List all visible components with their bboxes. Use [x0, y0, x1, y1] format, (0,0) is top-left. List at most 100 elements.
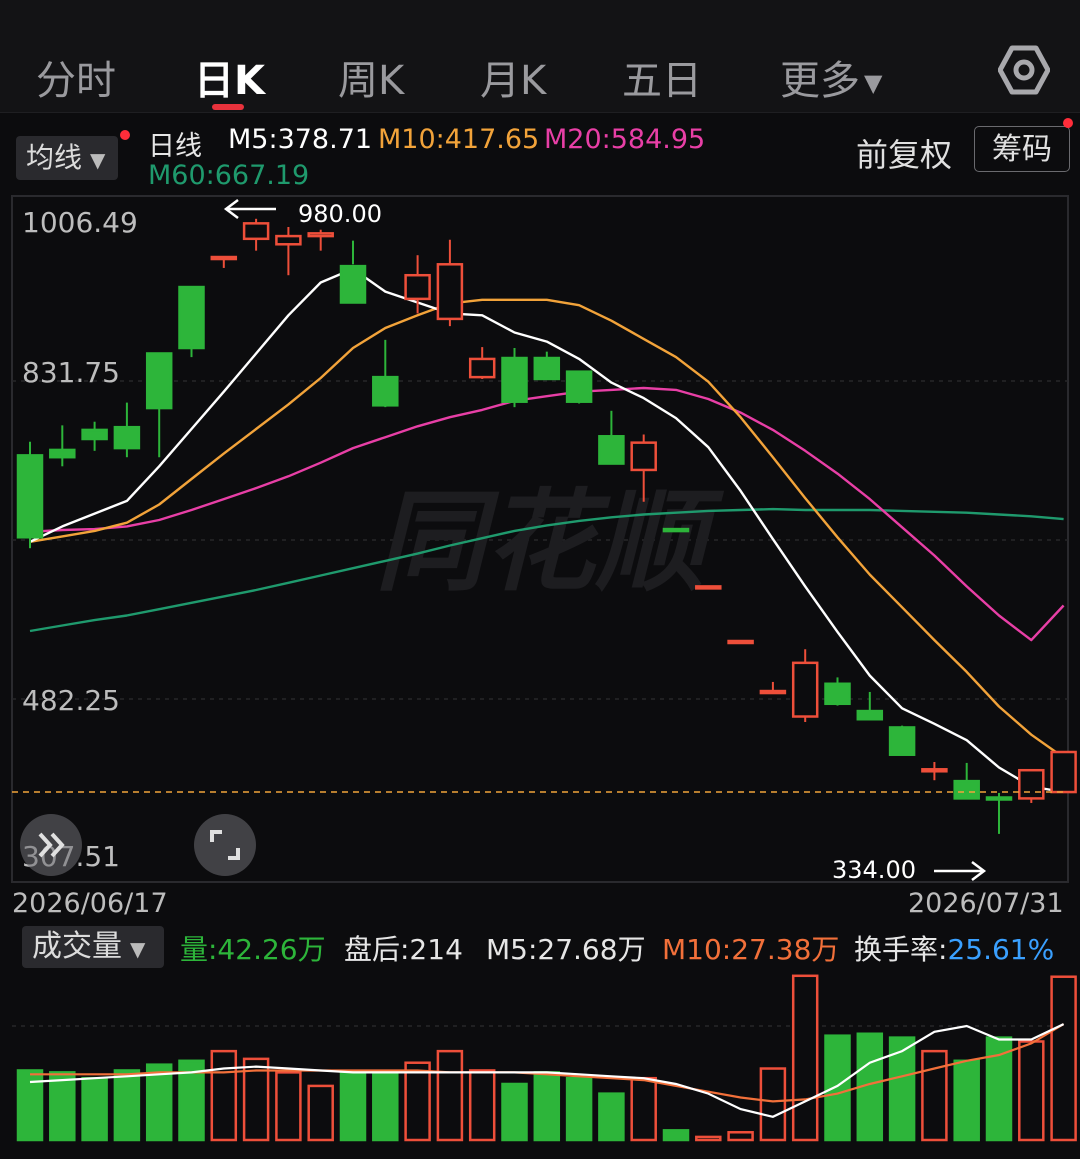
candle-body — [565, 370, 593, 403]
candle-body — [824, 682, 851, 706]
after-hours-legend: 盘后:214 — [344, 933, 463, 966]
volume-bar — [727, 1131, 754, 1142]
candle — [565, 370, 593, 404]
tab-intraday[interactable]: 分时 — [36, 48, 116, 106]
candle — [468, 347, 496, 379]
candle-body — [404, 273, 431, 301]
volume-bar — [824, 1034, 851, 1142]
caret-down-icon: ▼ — [90, 148, 106, 172]
tab-five-day[interactable]: 五日 — [622, 48, 702, 106]
fullscreen-button[interactable] — [194, 814, 256, 876]
candle — [307, 229, 334, 251]
ma60-legend: M60:667.19 — [148, 160, 310, 191]
double-chevron-right-icon — [38, 832, 65, 858]
candle — [888, 725, 916, 756]
price-axis-label: 1006.49 — [22, 206, 138, 239]
volume-bar — [210, 1049, 238, 1142]
candle — [81, 421, 108, 451]
tab-daily-k[interactable]: 日K — [194, 48, 265, 106]
volume-bar — [662, 1129, 690, 1142]
volume-bar — [372, 1071, 399, 1142]
candlestick-chart[interactable]: 同花顺 — [0, 190, 1080, 884]
volume-bar — [921, 1049, 948, 1142]
candle-body — [695, 585, 722, 590]
ma10-legend: M10:417.65 — [378, 124, 540, 155]
candle — [275, 226, 302, 276]
volume-bar — [404, 1061, 431, 1142]
caret-down-icon: ▼ — [864, 69, 883, 97]
candle — [985, 792, 1013, 834]
candle-body — [436, 263, 464, 321]
volume-indicator-dropdown[interactable]: 成交量 ▼ — [22, 926, 164, 968]
candle-body — [921, 768, 948, 773]
candle-body — [953, 779, 980, 800]
volume-bar — [695, 1135, 722, 1142]
candle-body — [791, 661, 819, 718]
candle — [372, 339, 399, 408]
volume-bar — [145, 1063, 173, 1142]
arrow-right-icon — [934, 861, 987, 881]
volume-ma10-legend: M10:27.38万 — [662, 933, 840, 966]
candle — [953, 762, 980, 800]
indicator-dropdown-label: 均线 — [26, 141, 83, 174]
candle — [791, 649, 819, 722]
volume-bar — [339, 1071, 367, 1142]
candle — [1050, 750, 1077, 794]
candle-body — [49, 448, 76, 459]
price-axis-label: 482.25 — [22, 684, 120, 717]
candle-body — [81, 428, 108, 441]
candle — [695, 585, 722, 590]
tab-more[interactable]: 更多 ▼ — [780, 48, 882, 106]
candle-body — [727, 639, 754, 645]
volume-bar — [791, 974, 819, 1142]
tab-weekly-k[interactable]: 周K — [338, 48, 404, 106]
candle-body — [533, 356, 561, 381]
volume-ma5-legend: M5:27.68万 — [486, 933, 646, 966]
candle-body — [598, 435, 625, 465]
notification-dot — [120, 130, 130, 140]
chip-distribution-button[interactable]: 筹码 — [974, 126, 1070, 172]
candle — [436, 239, 464, 327]
fullscreen-icon — [210, 830, 240, 860]
candle-body — [210, 255, 238, 261]
candle — [178, 285, 205, 358]
candle-body — [178, 285, 205, 350]
ma20-legend: M20:584.95 — [544, 124, 706, 155]
candle-body — [339, 264, 367, 304]
arrow-left-icon — [223, 199, 276, 219]
candle — [145, 352, 173, 458]
start-date-label: 2026/06/17 — [12, 888, 168, 919]
volume-bar — [533, 1071, 561, 1142]
line-type-label: 日线 — [148, 131, 202, 162]
volume-bar — [113, 1069, 141, 1142]
volume-chart[interactable] — [0, 966, 1080, 1159]
collapse-button[interactable] — [20, 814, 82, 876]
candle — [598, 410, 625, 465]
candle-body — [1050, 750, 1077, 794]
volume-bar — [81, 1076, 108, 1142]
watermark-logo: 同花顺 — [375, 478, 725, 606]
settings-icon[interactable] — [998, 44, 1050, 96]
candle — [242, 218, 270, 251]
turnover-value: 25.61% — [947, 933, 1055, 966]
candle-body — [759, 689, 787, 695]
candle — [113, 402, 141, 458]
candle — [824, 677, 851, 706]
candle-body — [1018, 768, 1045, 800]
volume-bar — [953, 1059, 980, 1142]
candle-body — [630, 441, 657, 472]
tab-monthly-k[interactable]: 月K — [480, 48, 546, 106]
volume-bars — [16, 974, 1077, 1142]
candle — [210, 255, 238, 268]
adjust-mode-selector[interactable]: 前复权 — [856, 130, 952, 176]
candle — [16, 441, 44, 549]
volume-bar — [1018, 1040, 1045, 1142]
volume-bar — [468, 1069, 496, 1142]
candle-body — [145, 352, 173, 410]
candle-body — [307, 232, 334, 238]
turnover-legend: 换手率:25.61% — [854, 928, 1054, 968]
candle — [759, 681, 787, 695]
indicator-dropdown[interactable]: 均线 ▼ — [16, 136, 118, 180]
candle — [856, 691, 884, 721]
high-price-annotation: 980.00 — [298, 200, 382, 228]
